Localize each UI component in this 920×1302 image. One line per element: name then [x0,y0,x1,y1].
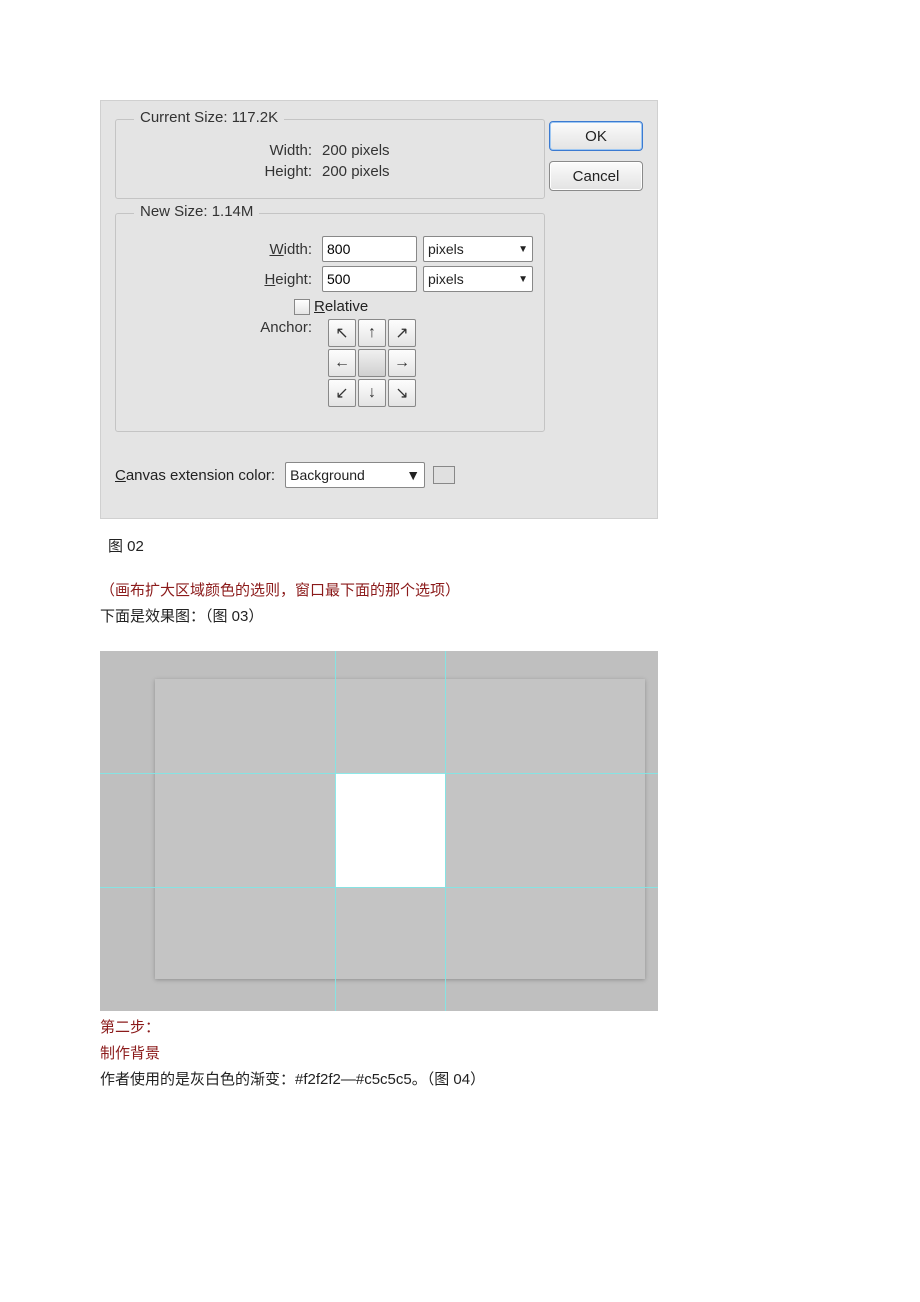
chevron-down-icon: ▼ [518,274,528,285]
extension-value: Background [290,467,365,483]
anchor-nw[interactable]: ↖ [328,319,356,347]
anchor-s[interactable]: ↓ [358,379,386,407]
gradient-line: 作者使用的是灰白色的渐变：#f2f2f2—#c5c5c5。（图 04） [100,1071,485,1088]
step2-label: 第二步： [100,1019,160,1036]
anchor-label: Anchor: [124,319,322,336]
anchor-grid: ↖ ↑ ↗ ← → ↙ ↓ ↘ [328,319,416,407]
new-height-label: Height: [124,271,322,288]
relative-label: Relative [314,298,368,315]
chevron-down-icon: ▼ [518,244,528,255]
guide-line [100,887,658,888]
anchor-se[interactable]: ↘ [388,379,416,407]
anchor-center[interactable] [358,349,386,377]
note-paragraph: （画布扩大区域颜色的选则，窗口最下面的那个选项） 下面是效果图：（图 03） [100,578,920,631]
current-size-group: Current Size: 117.2K Width: 200 pixels H… [115,119,545,199]
guide-line [445,651,446,1011]
anchor-n[interactable]: ↑ [358,319,386,347]
relative-checkbox[interactable] [294,299,310,315]
width-unit-select[interactable]: pixels ▼ [423,236,533,262]
current-height-value: 200 pixels [322,163,390,180]
anchor-ne[interactable]: ↗ [388,319,416,347]
new-size-group: New Size: 1.14M Width: pixels ▼ Height: … [115,213,545,432]
chevron-down-icon: ▼ [406,467,420,483]
canvas-size-dialog: OK Cancel Current Size: 117.2K Width: 20… [100,100,658,519]
current-size-title: Current Size: 117.2K [134,109,284,126]
new-width-input[interactable] [322,236,417,262]
extension-row: Canvas extension color: Background ▼ [115,462,643,488]
new-width-label: Width: [124,241,322,258]
current-width-label: Width: [124,142,322,159]
step2-title: 制作背景 [100,1045,160,1062]
extension-color-swatch[interactable] [433,466,455,484]
current-width-value: 200 pixels [322,142,390,159]
figure-03-image [100,651,658,1011]
new-size-title: New Size: 1.14M [134,203,259,220]
step2-block: 第二步： 制作背景 作者使用的是灰白色的渐变：#f2f2f2—#c5c5c5。（… [100,1015,920,1094]
new-height-input[interactable] [322,266,417,292]
current-height-label: Height: [124,163,322,180]
cancel-button[interactable]: Cancel [549,161,643,191]
guide-line [100,773,658,774]
figure-03-white-rect [335,773,445,887]
ok-button[interactable]: OK [549,121,643,151]
anchor-w[interactable]: ← [328,349,356,377]
guide-line [335,651,336,1011]
height-unit-select[interactable]: pixels ▼ [423,266,533,292]
figure-02-caption: 图 02 [108,535,920,556]
extension-select[interactable]: Background ▼ [285,462,425,488]
note-text: （画布扩大区域颜色的选则，窗口最下面的那个选项） [100,582,460,599]
anchor-sw[interactable]: ↙ [328,379,356,407]
extension-label: Canvas extension color: [115,467,275,484]
dialog-buttons: OK Cancel [549,121,643,191]
height-unit-value: pixels [428,271,464,287]
result-line: 下面是效果图：（图 03） [100,608,263,625]
width-unit-value: pixels [428,241,464,257]
anchor-e[interactable]: → [388,349,416,377]
